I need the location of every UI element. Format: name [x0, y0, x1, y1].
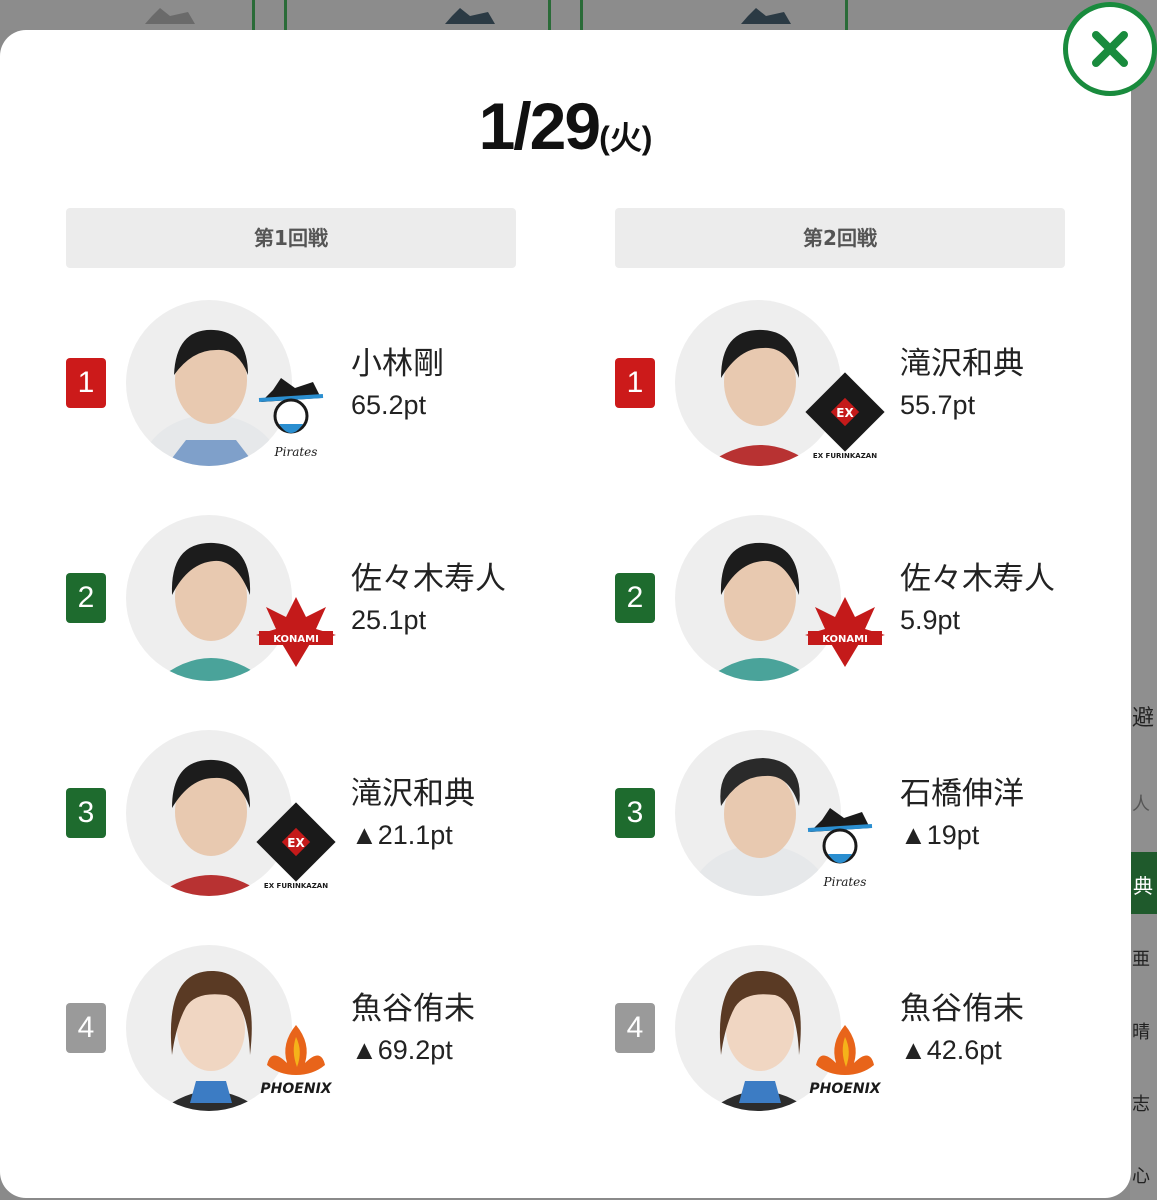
player-score: ▲21.1pt — [351, 820, 453, 850]
konami-logo-icon: KONAMI — [805, 597, 885, 667]
result-row[interactable]: 4 PHOENIX 魚谷侑未 ▲69.2pt — [66, 945, 546, 1115]
player-score: 5.9pt — [900, 605, 961, 635]
player-name: 魚谷侑未 — [351, 991, 475, 1027]
player-name: 滝沢和典 — [351, 776, 475, 812]
date-heading: 1/29(火) — [0, 88, 1131, 164]
rank-badge: 1 — [615, 358, 655, 408]
background-team-icon — [145, 8, 195, 24]
close-x-icon — [1092, 31, 1128, 67]
result-row[interactable]: 2 KONAMI 佐々木寿人 5.9pt — [615, 515, 1095, 685]
background-side-item: 亜 — [1132, 949, 1150, 970]
player-name: 佐々木寿人 — [900, 561, 1055, 597]
svg-text:EX FURINKAZAN: EX FURINKAZAN — [264, 882, 328, 890]
background-team-icon — [741, 8, 791, 24]
svg-text:PHOENIX: PHOENIX — [260, 1081, 332, 1097]
svg-text:EX: EX — [836, 406, 854, 420]
results-modal: 1/29(火) 第1回戦 1 Pirates 小林剛 65.2pt 2 KONA… — [0, 30, 1131, 1198]
background-divider — [284, 0, 287, 32]
pirates-logo-icon: Pirates — [258, 378, 324, 459]
svg-text:EX: EX — [287, 836, 305, 850]
result-row[interactable]: 3 Pirates 石橋伸洋 ▲19pt — [615, 730, 1095, 900]
rank-badge: 4 — [66, 1003, 106, 1053]
svg-text:Pirates: Pirates — [823, 875, 867, 889]
round-column-2: 第2回戦 1 EX EX FURINKAZAN 滝沢和典 55.7pt 2 KON… — [615, 208, 1065, 1111]
result-row[interactable]: 2 KONAMI 佐々木寿人 25.1pt — [66, 515, 546, 685]
background-divider — [580, 0, 583, 32]
player-score: 25.1pt — [351, 605, 427, 635]
furinkazan-logo-icon: EX EX FURINKAZAN — [805, 372, 885, 460]
player-name: 魚谷侑未 — [900, 991, 1024, 1027]
background-side-item: 志 — [1132, 1094, 1150, 1115]
rank-badge: 2 — [615, 573, 655, 623]
close-button[interactable] — [1063, 2, 1157, 96]
player-name: 滝沢和典 — [900, 346, 1024, 382]
result-row[interactable]: 1 Pirates 小林剛 65.2pt — [66, 300, 546, 470]
result-row[interactable]: 1 EX EX FURINKAZAN 滝沢和典 55.7pt — [615, 300, 1095, 470]
rank-badge: 1 — [66, 358, 106, 408]
player-score: 55.7pt — [900, 390, 976, 420]
phoenix-logo-icon: PHOENIX — [809, 1025, 882, 1097]
background-divider — [252, 0, 255, 32]
player-score: ▲69.2pt — [351, 1035, 453, 1065]
rank-badge: 2 — [66, 573, 106, 623]
date-text: 1/29 — [478, 89, 601, 163]
round-column-1: 第1回戦 1 Pirates 小林剛 65.2pt 2 KONAMI 佐々木寿人… — [66, 208, 516, 1111]
background-side-item: 晴 — [1132, 1022, 1150, 1043]
background-side-item: 人 — [1132, 794, 1150, 815]
player-score: ▲42.6pt — [900, 1035, 1002, 1065]
background-divider — [845, 0, 848, 32]
round-tab-2[interactable]: 第2回戦 — [615, 208, 1065, 268]
player-name: 小林剛 — [351, 346, 444, 382]
player-name: 佐々木寿人 — [351, 561, 506, 597]
svg-text:PHOENIX: PHOENIX — [809, 1081, 881, 1097]
background-side-item-active: 典 — [1131, 852, 1157, 914]
result-row[interactable]: 4 PHOENIX 魚谷侑未 ▲42.6pt — [615, 945, 1095, 1115]
weekday-text: (火) — [599, 120, 653, 156]
furinkazan-logo-icon: EX EX FURINKAZAN — [256, 802, 336, 890]
round-tab-1[interactable]: 第1回戦 — [66, 208, 516, 268]
player-score: 65.2pt — [351, 390, 427, 420]
svg-text:KONAMI: KONAMI — [273, 634, 319, 645]
player-score: ▲19pt — [900, 820, 980, 850]
konami-logo-icon: KONAMI — [256, 597, 336, 667]
svg-text:EX FURINKAZAN: EX FURINKAZAN — [813, 452, 877, 460]
rank-badge: 4 — [615, 1003, 655, 1053]
background-divider — [548, 0, 551, 32]
phoenix-logo-icon: PHOENIX — [260, 1025, 333, 1097]
background-side-item: 心 — [1132, 1166, 1150, 1187]
player-name: 石橋伸洋 — [900, 776, 1024, 812]
pirates-logo-icon: Pirates — [807, 808, 873, 889]
background-team-icon — [445, 8, 495, 24]
rank-badge: 3 — [66, 788, 106, 838]
result-row[interactable]: 3 EX EX FURINKAZAN 滝沢和典 ▲21.1pt — [66, 730, 546, 900]
svg-text:KONAMI: KONAMI — [822, 634, 868, 645]
rank-badge: 3 — [615, 788, 655, 838]
svg-text:Pirates: Pirates — [274, 445, 318, 459]
background-side-item: 避 — [1132, 706, 1155, 731]
